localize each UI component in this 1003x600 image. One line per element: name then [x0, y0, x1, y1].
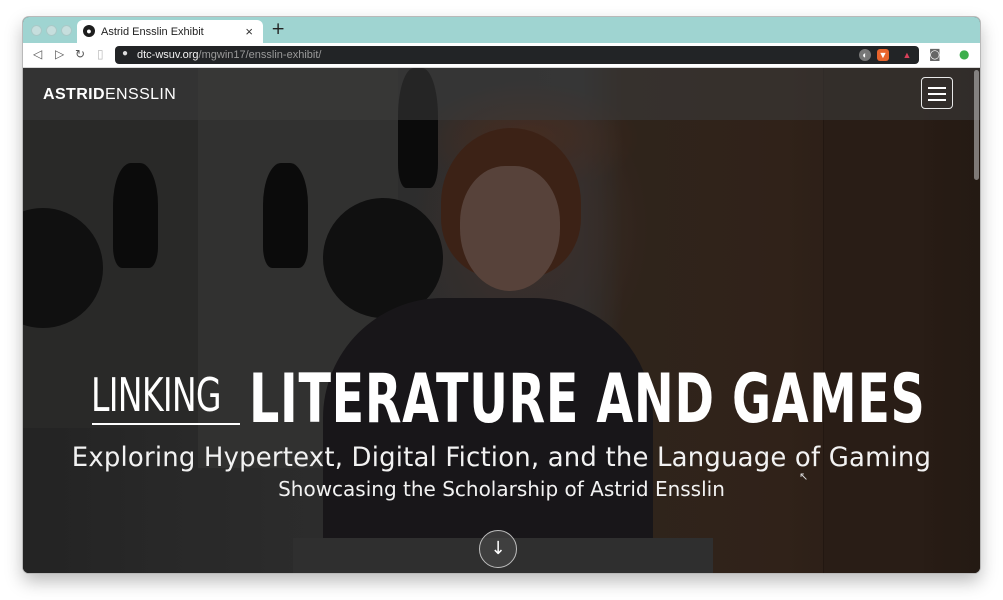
- browser-toolbar: ◁ ▷ ↻ ▯ ● dtc-wsuv.org/mgwin17/ensslin-e…: [23, 43, 980, 68]
- address-bar[interactable]: ● dtc-wsuv.org/mgwin17/ensslin-exhibit/ …: [115, 46, 919, 64]
- hero-title-underline: [92, 423, 240, 425]
- bookmark-icon[interactable]: ▯: [97, 47, 104, 61]
- forward-button[interactable]: ▷: [55, 47, 64, 61]
- active-tab[interactable]: ● Astrid Ensslin Exhibit ×: [77, 20, 263, 43]
- brave-rewards-icon[interactable]: ▲: [901, 49, 913, 61]
- hero-title-large: LITERATURE AND GAMES: [249, 360, 926, 439]
- extension-icon[interactable]: ◐: [859, 49, 871, 61]
- page-viewport: ASTRIDENSSLIN LINKING LITERATURE AND GAM…: [23, 68, 980, 573]
- new-tab-button[interactable]: +: [271, 19, 285, 39]
- brave-shield-icon[interactable]: ▼: [877, 49, 889, 61]
- tab-close-icon[interactable]: ×: [245, 24, 253, 39]
- lock-icon: ●: [122, 48, 129, 59]
- mouse-cursor-icon: ↖: [799, 470, 809, 483]
- hero-section: LINKING LITERATURE AND GAMES Exploring H…: [23, 68, 980, 573]
- globe-icon: ●: [83, 25, 95, 37]
- tab-strip: ● Astrid Ensslin Exhibit × +: [23, 17, 980, 43]
- camera-icon[interactable]: ◙: [929, 47, 941, 61]
- scrollbar-thumb[interactable]: [974, 70, 979, 180]
- profile-icon[interactable]: ●: [959, 47, 969, 61]
- back-button[interactable]: ◁: [33, 47, 42, 61]
- hero-tagline: Showcasing the Scholarship of Astrid Ens…: [278, 477, 725, 501]
- scroll-down-button[interactable]: ↓: [479, 530, 517, 568]
- hero-title-small: LINKING: [91, 368, 222, 422]
- browser-window: ● Astrid Ensslin Exhibit × + ◁ ▷ ↻ ▯ ● d…: [23, 17, 980, 573]
- url-text[interactable]: dtc-wsuv.org/mgwin17/ensslin-exhibit/: [137, 49, 321, 61]
- hero-subtitle: Exploring Hypertext, Digital Fiction, an…: [71, 442, 932, 473]
- tab-title: Astrid Ensslin Exhibit: [101, 26, 204, 38]
- close-window-dot[interactable]: [31, 25, 42, 36]
- page-scrollbar[interactable]: [974, 68, 979, 573]
- zoom-window-dot[interactable]: [61, 25, 72, 36]
- minimize-window-dot[interactable]: [46, 25, 57, 36]
- hero-title: LINKING LITERATURE AND GAMES: [89, 360, 925, 440]
- arrow-down-icon: ↓: [490, 538, 506, 559]
- reload-button[interactable]: ↻: [75, 47, 85, 61]
